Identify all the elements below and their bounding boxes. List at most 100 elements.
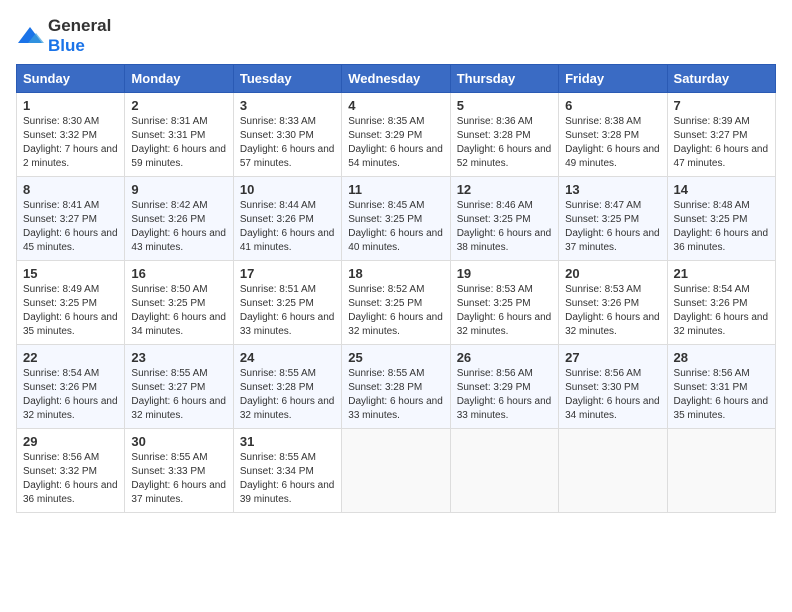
day-number: 5 <box>457 98 552 113</box>
week-row-2: 8 Sunrise: 8:41 AMSunset: 3:27 PMDayligh… <box>17 177 776 261</box>
day-number: 1 <box>23 98 118 113</box>
header-cell-sunday: Sunday <box>17 65 125 93</box>
calendar-cell: 23 Sunrise: 8:55 AMSunset: 3:27 PMDaylig… <box>125 345 233 429</box>
logo: General Blue <box>16 16 111 56</box>
cell-info: Sunrise: 8:48 AMSunset: 3:25 PMDaylight:… <box>674 200 769 253</box>
week-row-3: 15 Sunrise: 8:49 AMSunset: 3:25 PMDaylig… <box>17 261 776 345</box>
cell-info: Sunrise: 8:54 AMSunset: 3:26 PMDaylight:… <box>674 284 769 337</box>
day-number: 21 <box>674 266 769 281</box>
calendar-cell: 27 Sunrise: 8:56 AMSunset: 3:30 PMDaylig… <box>559 345 667 429</box>
day-number: 12 <box>457 182 552 197</box>
cell-info: Sunrise: 8:52 AMSunset: 3:25 PMDaylight:… <box>348 284 443 337</box>
calendar-cell: 3 Sunrise: 8:33 AMSunset: 3:30 PMDayligh… <box>233 93 341 177</box>
cell-info: Sunrise: 8:51 AMSunset: 3:25 PMDaylight:… <box>240 284 335 337</box>
calendar-cell: 29 Sunrise: 8:56 AMSunset: 3:32 PMDaylig… <box>17 429 125 513</box>
day-number: 30 <box>131 434 226 449</box>
calendar-cell <box>450 429 558 513</box>
calendar-cell: 26 Sunrise: 8:56 AMSunset: 3:29 PMDaylig… <box>450 345 558 429</box>
calendar-cell: 5 Sunrise: 8:36 AMSunset: 3:28 PMDayligh… <box>450 93 558 177</box>
header-cell-saturday: Saturday <box>667 65 775 93</box>
calendar-cell <box>559 429 667 513</box>
calendar-cell: 8 Sunrise: 8:41 AMSunset: 3:27 PMDayligh… <box>17 177 125 261</box>
cell-info: Sunrise: 8:56 AMSunset: 3:29 PMDaylight:… <box>457 368 552 421</box>
calendar-cell: 22 Sunrise: 8:54 AMSunset: 3:26 PMDaylig… <box>17 345 125 429</box>
day-number: 31 <box>240 434 335 449</box>
logo-icon <box>16 25 44 47</box>
calendar-cell: 16 Sunrise: 8:50 AMSunset: 3:25 PMDaylig… <box>125 261 233 345</box>
cell-info: Sunrise: 8:56 AMSunset: 3:30 PMDaylight:… <box>565 368 660 421</box>
cell-info: Sunrise: 8:55 AMSunset: 3:33 PMDaylight:… <box>131 452 226 505</box>
cell-info: Sunrise: 8:42 AMSunset: 3:26 PMDaylight:… <box>131 200 226 253</box>
calendar-cell: 6 Sunrise: 8:38 AMSunset: 3:28 PMDayligh… <box>559 93 667 177</box>
logo-text: General Blue <box>48 16 111 56</box>
day-number: 7 <box>674 98 769 113</box>
day-number: 15 <box>23 266 118 281</box>
cell-info: Sunrise: 8:46 AMSunset: 3:25 PMDaylight:… <box>457 200 552 253</box>
week-row-5: 29 Sunrise: 8:56 AMSunset: 3:32 PMDaylig… <box>17 429 776 513</box>
calendar-cell: 18 Sunrise: 8:52 AMSunset: 3:25 PMDaylig… <box>342 261 450 345</box>
calendar-cell: 24 Sunrise: 8:55 AMSunset: 3:28 PMDaylig… <box>233 345 341 429</box>
calendar-table: SundayMondayTuesdayWednesdayThursdayFrid… <box>16 64 776 513</box>
cell-info: Sunrise: 8:50 AMSunset: 3:25 PMDaylight:… <box>131 284 226 337</box>
cell-info: Sunrise: 8:30 AMSunset: 3:32 PMDaylight:… <box>23 116 118 169</box>
calendar-cell <box>342 429 450 513</box>
header-cell-thursday: Thursday <box>450 65 558 93</box>
day-number: 22 <box>23 350 118 365</box>
day-number: 28 <box>674 350 769 365</box>
day-number: 10 <box>240 182 335 197</box>
cell-info: Sunrise: 8:49 AMSunset: 3:25 PMDaylight:… <box>23 284 118 337</box>
cell-info: Sunrise: 8:33 AMSunset: 3:30 PMDaylight:… <box>240 116 335 169</box>
cell-info: Sunrise: 8:31 AMSunset: 3:31 PMDaylight:… <box>131 116 226 169</box>
cell-info: Sunrise: 8:55 AMSunset: 3:27 PMDaylight:… <box>131 368 226 421</box>
calendar-cell: 20 Sunrise: 8:53 AMSunset: 3:26 PMDaylig… <box>559 261 667 345</box>
logo-general: General <box>48 16 111 35</box>
logo-blue: Blue <box>48 36 85 55</box>
calendar-cell: 17 Sunrise: 8:51 AMSunset: 3:25 PMDaylig… <box>233 261 341 345</box>
calendar-header-row: SundayMondayTuesdayWednesdayThursdayFrid… <box>17 65 776 93</box>
cell-info: Sunrise: 8:38 AMSunset: 3:28 PMDaylight:… <box>565 116 660 169</box>
day-number: 3 <box>240 98 335 113</box>
day-number: 16 <box>131 266 226 281</box>
cell-info: Sunrise: 8:39 AMSunset: 3:27 PMDaylight:… <box>674 116 769 169</box>
cell-info: Sunrise: 8:41 AMSunset: 3:27 PMDaylight:… <box>23 200 118 253</box>
day-number: 18 <box>348 266 443 281</box>
calendar-cell: 28 Sunrise: 8:56 AMSunset: 3:31 PMDaylig… <box>667 345 775 429</box>
calendar-cell: 7 Sunrise: 8:39 AMSunset: 3:27 PMDayligh… <box>667 93 775 177</box>
header-cell-friday: Friday <box>559 65 667 93</box>
cell-info: Sunrise: 8:35 AMSunset: 3:29 PMDaylight:… <box>348 116 443 169</box>
day-number: 23 <box>131 350 226 365</box>
cell-info: Sunrise: 8:47 AMSunset: 3:25 PMDaylight:… <box>565 200 660 253</box>
cell-info: Sunrise: 8:36 AMSunset: 3:28 PMDaylight:… <box>457 116 552 169</box>
day-number: 8 <box>23 182 118 197</box>
cell-info: Sunrise: 8:55 AMSunset: 3:28 PMDaylight:… <box>240 368 335 421</box>
week-row-1: 1 Sunrise: 8:30 AMSunset: 3:32 PMDayligh… <box>17 93 776 177</box>
calendar-cell: 12 Sunrise: 8:46 AMSunset: 3:25 PMDaylig… <box>450 177 558 261</box>
day-number: 27 <box>565 350 660 365</box>
day-number: 4 <box>348 98 443 113</box>
week-row-4: 22 Sunrise: 8:54 AMSunset: 3:26 PMDaylig… <box>17 345 776 429</box>
header-cell-tuesday: Tuesday <box>233 65 341 93</box>
calendar-cell: 15 Sunrise: 8:49 AMSunset: 3:25 PMDaylig… <box>17 261 125 345</box>
calendar-cell: 30 Sunrise: 8:55 AMSunset: 3:33 PMDaylig… <box>125 429 233 513</box>
day-number: 13 <box>565 182 660 197</box>
day-number: 9 <box>131 182 226 197</box>
calendar-cell: 21 Sunrise: 8:54 AMSunset: 3:26 PMDaylig… <box>667 261 775 345</box>
day-number: 14 <box>674 182 769 197</box>
calendar-body: 1 Sunrise: 8:30 AMSunset: 3:32 PMDayligh… <box>17 93 776 513</box>
cell-info: Sunrise: 8:56 AMSunset: 3:32 PMDaylight:… <box>23 452 118 505</box>
calendar-cell: 31 Sunrise: 8:55 AMSunset: 3:34 PMDaylig… <box>233 429 341 513</box>
day-number: 25 <box>348 350 443 365</box>
cell-info: Sunrise: 8:55 AMSunset: 3:34 PMDaylight:… <box>240 452 335 505</box>
calendar-cell: 4 Sunrise: 8:35 AMSunset: 3:29 PMDayligh… <box>342 93 450 177</box>
day-number: 19 <box>457 266 552 281</box>
day-number: 24 <box>240 350 335 365</box>
calendar-cell <box>667 429 775 513</box>
calendar-cell: 2 Sunrise: 8:31 AMSunset: 3:31 PMDayligh… <box>125 93 233 177</box>
header: General Blue <box>16 16 776 56</box>
calendar-cell: 25 Sunrise: 8:55 AMSunset: 3:28 PMDaylig… <box>342 345 450 429</box>
calendar-cell: 1 Sunrise: 8:30 AMSunset: 3:32 PMDayligh… <box>17 93 125 177</box>
calendar-cell: 13 Sunrise: 8:47 AMSunset: 3:25 PMDaylig… <box>559 177 667 261</box>
header-cell-wednesday: Wednesday <box>342 65 450 93</box>
calendar-cell: 10 Sunrise: 8:44 AMSunset: 3:26 PMDaylig… <box>233 177 341 261</box>
calendar-cell: 9 Sunrise: 8:42 AMSunset: 3:26 PMDayligh… <box>125 177 233 261</box>
